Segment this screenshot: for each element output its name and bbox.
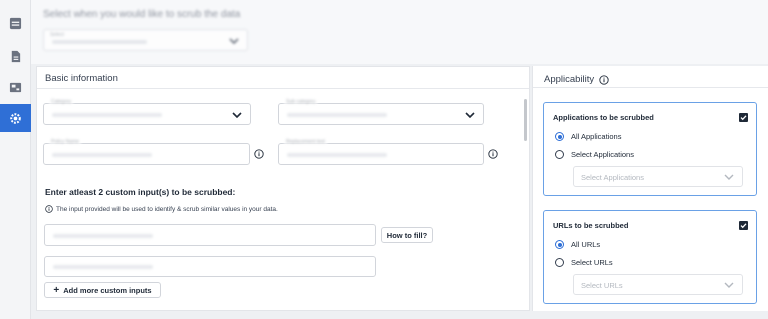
custom-inputs-note: The input provided will be used to ident… (45, 205, 278, 213)
custom-input-1[interactable] (44, 224, 376, 246)
select-applications-placeholder: Select Applications (581, 173, 644, 182)
scrollbar[interactable] (524, 99, 527, 141)
applications-card: Applications to be scrubbed All Applicat… (543, 102, 757, 196)
schedule-select-label: Select (50, 32, 64, 38)
info-icon[interactable] (488, 149, 498, 159)
dashboard-icon (9, 17, 22, 29)
chevron-down-icon (465, 112, 475, 118)
add-more-custom-inputs-button[interactable]: + Add more custom inputs (44, 282, 161, 298)
radio-label: Select URLs (571, 258, 613, 267)
category-label: Category (49, 99, 74, 105)
document-icon (11, 50, 21, 62)
select-urls-dropdown[interactable]: Select URLs (573, 274, 743, 295)
custom-inputs-heading: Enter atleast 2 custom input(s) to be sc… (45, 187, 236, 197)
radio-select-applications[interactable]: Select Applications (555, 150, 634, 159)
chevron-down-icon (232, 112, 242, 118)
radio-button[interactable] (555, 150, 564, 159)
category-select[interactable]: Category (43, 99, 251, 125)
urls-card: URLs to be scrubbed All URLs Select URLs… (543, 210, 757, 304)
info-icon (45, 205, 53, 213)
nav-item-documents[interactable] (0, 42, 31, 70)
info-icon[interactable] (599, 74, 609, 85)
placeholder-bar (52, 113, 162, 117)
chevron-down-icon (724, 174, 734, 180)
radio-button-selected[interactable] (555, 132, 564, 141)
applications-checkbox[interactable] (739, 113, 748, 122)
subcategory-label: Sub category (284, 99, 318, 105)
schedule-section: Select when you would like to scrub the … (31, 0, 768, 64)
applications-card-title: Applications to be scrubbed (553, 113, 654, 122)
check-icon (740, 115, 747, 121)
radio-label: All Applications (571, 132, 622, 141)
gear-icon (10, 112, 21, 124)
select-applications-dropdown[interactable]: Select Applications (573, 166, 743, 187)
radio-all-applications[interactable]: All Applications (555, 132, 621, 141)
applicability-header: Applicability (533, 66, 768, 88)
replacement-text-input[interactable]: Replacement text (278, 139, 484, 165)
policy-name-input[interactable]: Policy Name (43, 139, 250, 165)
add-more-label: Add more custom inputs (63, 285, 152, 295)
chevron-down-icon (724, 282, 734, 288)
placeholder-bar (52, 40, 147, 44)
radio-button[interactable] (555, 258, 564, 267)
how-to-fill-button[interactable]: How to fill? (381, 227, 433, 243)
radio-button-selected[interactable] (555, 240, 564, 249)
image-icon (9, 82, 22, 92)
radio-label: Select Applications (571, 150, 634, 159)
applicability-panel: Applicability Applications to be scrubbe… (532, 66, 768, 311)
info-icon[interactable] (254, 149, 264, 159)
radio-select-urls[interactable]: Select URLs (555, 258, 613, 267)
applicability-title: Applicability (544, 74, 595, 85)
radio-label: All URLs (571, 240, 601, 249)
custom-inputs-note-text: The input provided will be used to ident… (56, 205, 278, 213)
basic-information-header: Basic information (37, 67, 529, 89)
check-icon (740, 223, 747, 229)
placeholder-bar (53, 234, 153, 238)
urls-checkbox[interactable] (739, 221, 748, 230)
custom-input-2[interactable] (44, 256, 376, 277)
placeholder-bar (287, 153, 387, 157)
nav-item-dashboard[interactable] (0, 9, 31, 37)
placeholder-bar (53, 265, 153, 269)
schedule-select[interactable]: Select (43, 29, 248, 51)
schedule-title: Select when you would like to scrub the … (43, 9, 241, 20)
subcategory-select[interactable]: Sub category (278, 99, 484, 125)
select-urls-placeholder: Select URLs (581, 281, 623, 290)
placeholder-bar (287, 113, 387, 117)
left-nav-rail (0, 0, 31, 319)
nav-item-settings[interactable] (0, 104, 31, 132)
radio-all-urls[interactable]: All URLs (555, 240, 600, 249)
urls-card-title: URLs to be scrubbed (553, 221, 629, 230)
chevron-down-icon (229, 38, 239, 44)
replacement-text-label: Replacement text (284, 139, 327, 145)
nav-item-media[interactable] (0, 73, 31, 101)
plus-icon: + (53, 284, 60, 296)
policy-name-label: Policy Name (49, 139, 82, 145)
basic-information-panel: Basic information Category Sub category … (36, 66, 530, 311)
placeholder-bar (52, 153, 152, 157)
